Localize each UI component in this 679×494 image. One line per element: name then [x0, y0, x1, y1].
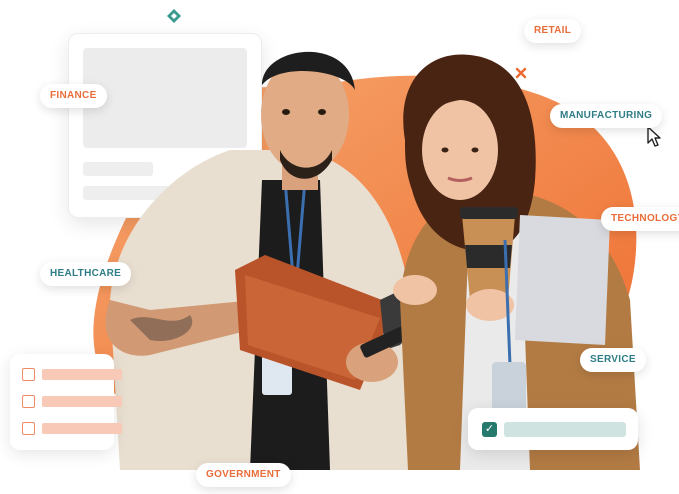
tag-government: GOVERNMENT: [196, 463, 291, 487]
diamond-icon: [167, 9, 181, 23]
task-line: [504, 422, 626, 437]
tag-finance: FINANCE: [40, 84, 107, 108]
checklist-item: [22, 368, 122, 382]
checklist-line: [42, 369, 122, 380]
x-mark-icon: [515, 67, 527, 79]
tag-manufacturing: MANUFACTURING: [550, 104, 663, 128]
checkbox-icon: [22, 395, 35, 408]
checklist-card: [10, 354, 122, 450]
checklist-item: [22, 395, 122, 409]
checklist-line: [42, 396, 122, 407]
tag-technology: TECHNOLOGY: [601, 207, 679, 231]
checkbox-icon: [22, 422, 35, 435]
hero-illustration: FINANCE RETAIL MANUFACTURING TECHNOLOGY …: [0, 0, 679, 494]
tag-service: SERVICE: [580, 348, 646, 372]
checklist-item: [22, 422, 122, 436]
task-card: ✓: [468, 408, 638, 450]
tag-retail: RETAIL: [524, 19, 582, 43]
tag-healthcare: HEALTHCARE: [40, 262, 132, 286]
checklist-line: [42, 423, 122, 434]
checkbox-icon: [22, 368, 35, 381]
checkmark-icon: ✓: [482, 422, 497, 437]
